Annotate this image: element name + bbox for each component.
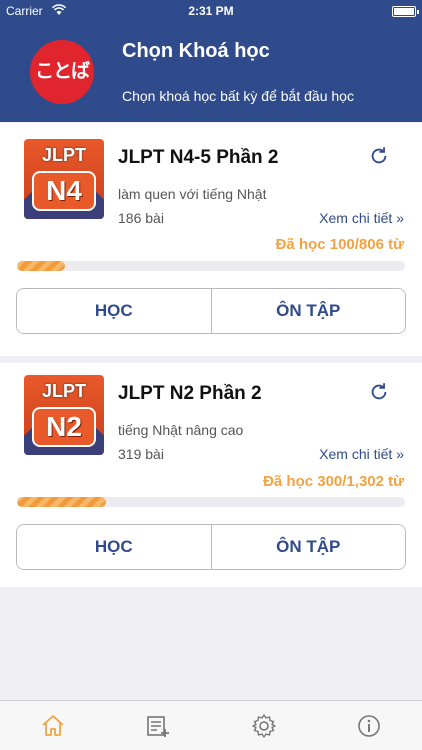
page-subtitle: Chọn khoá học bất kỳ để bắt đầu học <box>122 88 354 104</box>
view-details-link[interactable]: Xem chi tiết » <box>319 446 404 462</box>
tab-info[interactable] <box>317 701 422 750</box>
review-button[interactable]: ÔN TẬP <box>210 525 405 569</box>
lesson-count: 319 bài <box>118 446 164 462</box>
thumbnail-label: JLPT <box>41 381 86 401</box>
learn-button[interactable]: HỌC <box>17 525 211 569</box>
review-button[interactable]: ÔN TẬP <box>210 289 405 333</box>
course-thumbnail[interactable]: JLPT N4 <box>24 139 104 219</box>
progress-fill <box>17 497 107 507</box>
page-title: Chọn Khoá học <box>122 40 270 62</box>
thumbnail-level: N2 <box>32 407 96 447</box>
view-details-link[interactable]: Xem chi tiết » <box>319 210 404 226</box>
tab-bar <box>0 700 422 750</box>
progress-bar <box>17 261 405 271</box>
thumbnail-label: JLPT <box>41 145 86 165</box>
course-title[interactable]: JLPT N2 Phần 2 <box>118 383 262 405</box>
course-card: JLPT N2 JLPT N2 Phần 2 tiếng Nhật nâng c… <box>0 363 422 587</box>
learn-button[interactable]: HỌC <box>17 289 211 333</box>
progress-text: Đã học 100/806 từ <box>275 236 404 253</box>
course-title[interactable]: JLPT N4-5 Phần 2 <box>118 147 279 169</box>
course-card: JLPT N4 JLPT N4-5 Phần 2 làm quen với ti… <box>0 123 422 356</box>
battery-icon <box>392 6 419 17</box>
status-bar: Carrier 2:31 PM <box>0 0 422 22</box>
add-list-icon <box>147 715 170 737</box>
gear-icon <box>252 713 276 738</box>
lesson-count: 186 bài <box>118 210 164 226</box>
progress-text: Đã học 300/1,302 từ <box>263 473 404 490</box>
app-logo: ことば <box>30 40 94 104</box>
home-icon <box>42 714 64 736</box>
course-description: làm quen với tiếng Nhật <box>118 186 267 202</box>
info-icon <box>358 714 381 737</box>
refresh-icon[interactable] <box>368 145 390 167</box>
course-actions: HỌC ÔN TẬP <box>16 524 406 570</box>
tab-add-list[interactable] <box>106 701 212 750</box>
tab-settings[interactable] <box>211 701 317 750</box>
clock: 2:31 PM <box>188 4 234 18</box>
progress-bar <box>17 497 405 507</box>
course-description: tiếng Nhật nâng cao <box>118 422 244 438</box>
progress-fill <box>17 261 66 271</box>
course-thumbnail[interactable]: JLPT N2 <box>24 375 104 455</box>
thumbnail-level: N4 <box>32 171 96 211</box>
tab-home[interactable] <box>0 701 106 750</box>
page-header: ことば Chọn Khoá học Chọn khoá học bất kỳ đ… <box>0 22 422 122</box>
course-actions: HỌC ÔN TẬP <box>16 288 406 334</box>
refresh-icon[interactable] <box>368 381 390 403</box>
